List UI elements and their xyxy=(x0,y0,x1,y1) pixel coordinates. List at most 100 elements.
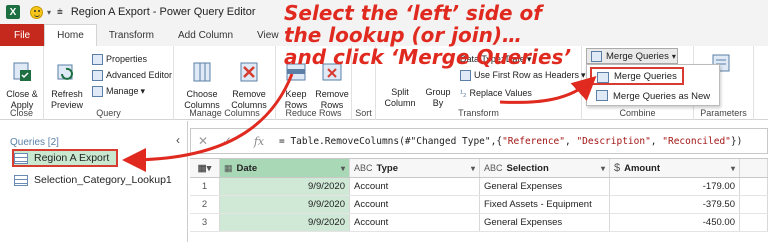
filter-dropdown-icon[interactable]: ▾ xyxy=(731,164,735,173)
excel-logo-icon: X xyxy=(6,5,20,19)
column-header-label: Date xyxy=(236,162,258,174)
choose-columns-button[interactable]: Choose Columns xyxy=(180,50,224,111)
choose-columns-label: Choose Columns xyxy=(184,89,220,110)
group-label-combine: Combine xyxy=(619,108,656,118)
query-item-region-a-export[interactable]: Region A Export xyxy=(12,149,118,167)
qat-dropdown-icon[interactable]: ▾ xyxy=(47,8,51,17)
group-query: Refresh Preview Properties Advanced Edit… xyxy=(44,46,174,120)
table-row: 3 9/9/2020 Account General Expenses -450… xyxy=(190,214,768,232)
column-header-next[interactable] xyxy=(740,159,768,177)
filter-dropdown-icon[interactable]: ▾ xyxy=(341,164,345,173)
merge-queries-icon xyxy=(597,72,609,83)
refresh-preview-button[interactable]: Refresh Preview xyxy=(48,50,86,111)
cell-date[interactable]: 9/9/2020 xyxy=(220,214,350,231)
collapse-pane-icon[interactable]: ‹ xyxy=(176,133,180,147)
manage-label: Manage xyxy=(106,86,139,96)
calendar-table-icon: ▦ xyxy=(224,162,233,173)
qat-customize-icon[interactable]: ⩧ xyxy=(57,7,63,18)
menu-item-merge-queries[interactable]: Merge Queries xyxy=(590,67,684,85)
replace-values-icon: ¹₂ xyxy=(460,88,467,98)
cell-amount[interactable]: -379.50 xyxy=(610,196,740,213)
properties-icon xyxy=(92,53,103,65)
cell-date[interactable]: 9/9/2020 xyxy=(220,196,350,213)
replace-values-button[interactable]: ¹₂ Replace Values xyxy=(460,86,532,100)
smiley-feedback-icon[interactable] xyxy=(30,5,43,19)
tab-add-column[interactable]: Add Column xyxy=(166,24,245,46)
cell-amount[interactable]: -450.00 xyxy=(610,214,740,231)
table-icon xyxy=(14,174,28,186)
refresh-icon xyxy=(57,64,73,80)
formula-bar: ✕ ✓ fx = Table.RemoveColumns(#"Changed T… xyxy=(190,128,768,154)
cell-amount[interactable]: -179.00 xyxy=(610,178,740,195)
query-item-label: Selection_Category_Lookup1 xyxy=(34,174,172,186)
grid-header-row: ▦▾ ▦ Date ▾ ABC Type ▾ ABC Selection ▾ $… xyxy=(190,158,768,178)
queries-pane: Queries [2] ‹ Region A Export Selection_… xyxy=(0,121,188,242)
merge-queries-as-new-icon xyxy=(596,90,608,101)
row-index: 3 xyxy=(190,214,220,231)
group-label-parameters: Parameters xyxy=(700,108,747,118)
choose-columns-icon xyxy=(193,62,211,82)
text-type-icon: ABC xyxy=(354,163,373,173)
use-first-row-button[interactable]: Use First Row as Headers ▾ xyxy=(460,68,586,82)
filter-dropdown-icon[interactable]: ▾ xyxy=(601,164,605,173)
table-menu-icon[interactable]: ▦▾ xyxy=(190,159,220,177)
annotation-line-1: Select the ‘left’ side of xyxy=(284,1,542,25)
cell-type[interactable]: Account xyxy=(350,196,480,213)
menu-item-merge-queries-as-new[interactable]: Merge Queries as New xyxy=(591,87,710,105)
query-item-label: Region A Export xyxy=(34,152,110,164)
formula-input[interactable]: = Table.RemoveColumns(#"Changed Type",{"… xyxy=(279,136,742,147)
group-close: Close & Apply Close xyxy=(0,46,44,120)
merge-queries-dropdown-button[interactable]: Merge Queries ▾ xyxy=(586,48,678,64)
properties-button[interactable]: Properties xyxy=(92,52,147,66)
table-row: 1 9/9/2020 Account General Expenses -179… xyxy=(190,178,768,196)
cell-date[interactable]: 9/9/2020 xyxy=(220,178,350,195)
cell-type[interactable]: Account xyxy=(350,214,480,231)
column-header-selection[interactable]: ABC Selection ▾ xyxy=(480,159,610,177)
group-label-transform: Transform xyxy=(458,108,499,118)
cell-next[interactable] xyxy=(740,214,768,231)
merge-queries-icon xyxy=(591,50,602,62)
advanced-editor-icon xyxy=(92,69,103,81)
group-by-button[interactable]: Group By xyxy=(422,76,454,109)
menu-item-label: Merge Queries xyxy=(614,70,677,82)
remove-columns-button[interactable]: Remove Columns xyxy=(226,50,272,111)
close-apply-label: Close & Apply xyxy=(6,89,38,110)
remove-columns-label: Remove Columns xyxy=(231,89,267,110)
column-header-label: Amount xyxy=(624,162,661,174)
group-manage-columns: Choose Columns Remove Columns Manage Col… xyxy=(174,46,276,120)
column-header-date[interactable]: ▦ Date ▾ xyxy=(220,159,350,177)
close-apply-icon xyxy=(13,62,31,81)
close-apply-button[interactable]: Close & Apply xyxy=(3,50,41,111)
tab-home[interactable]: Home xyxy=(44,24,97,46)
cell-selection[interactable]: General Expenses xyxy=(480,178,610,195)
group-label-reduce-rows: Reduce Rows xyxy=(285,108,342,118)
column-header-type[interactable]: ABC Type ▾ xyxy=(350,159,480,177)
currency-type-icon: $ xyxy=(614,162,621,174)
query-item-selection-category-lookup1[interactable]: Selection_Category_Lookup1 xyxy=(14,171,184,189)
split-column-button[interactable]: Split Column xyxy=(380,76,420,109)
column-header-amount[interactable]: $ Amount ▾ xyxy=(610,159,740,177)
column-header-label: Selection xyxy=(506,162,549,174)
cell-type[interactable]: Account xyxy=(350,178,480,195)
properties-label: Properties xyxy=(106,54,148,64)
use-first-row-label: Use First Row as Headers xyxy=(474,70,580,80)
advanced-editor-label: Advanced Editor xyxy=(106,70,173,80)
table-icon xyxy=(14,152,28,164)
column-header-label: Type xyxy=(376,162,398,174)
tab-transform[interactable]: Transform xyxy=(97,24,166,46)
filter-dropdown-icon[interactable]: ▾ xyxy=(471,164,475,173)
commit-formula-icon[interactable]: ✓ xyxy=(215,134,239,148)
first-row-icon xyxy=(460,69,471,81)
merge-queries-button-label: Merge Queries xyxy=(606,50,669,62)
cell-next[interactable] xyxy=(740,196,768,213)
cancel-formula-icon[interactable]: ✕ xyxy=(191,134,215,148)
tab-file[interactable]: File xyxy=(0,24,45,46)
advanced-editor-button[interactable]: Advanced Editor xyxy=(92,68,172,82)
row-index: 1 xyxy=(190,178,220,195)
manage-button[interactable]: Manage ▾ xyxy=(92,84,145,98)
table-row: 2 9/9/2020 Account Fixed Assets - Equipm… xyxy=(190,196,768,214)
cell-selection[interactable]: Fixed Assets - Equipment xyxy=(480,196,610,213)
cell-next[interactable] xyxy=(740,178,768,195)
cell-selection[interactable]: General Expenses xyxy=(480,214,610,231)
annotation-line-3: and click ‘Merge Queries’ xyxy=(284,45,572,69)
